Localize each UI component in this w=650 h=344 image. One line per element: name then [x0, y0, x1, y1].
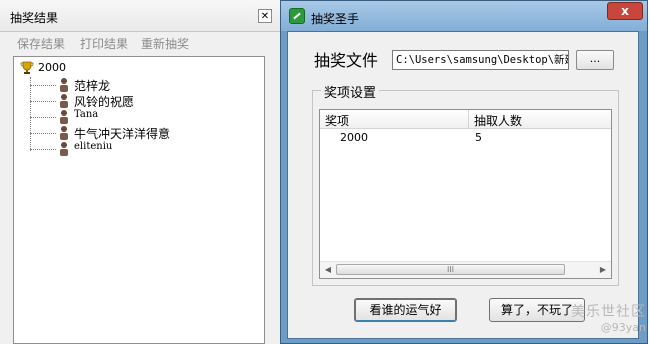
row-count: 5 [475, 131, 482, 144]
column-count[interactable]: 抽取人数 [474, 112, 522, 129]
lottery-window-title: 抽奖圣手 [311, 12, 360, 26]
tree-item-label: Tana [74, 109, 99, 120]
horizontal-scrollbar[interactable]: ◀ III ▶ [320, 261, 611, 278]
lottery-window: 抽奖圣手 x 抽奖文件 C:\Users\samsung\Desktop\新建 … [280, 0, 648, 344]
person-icon [60, 126, 68, 140]
lottery-client-area: 抽奖文件 C:\Users\samsung\Desktop\新建 ... 奖项设… [287, 31, 639, 339]
tree-item[interactable]: 范梓龙 [30, 77, 230, 93]
menu-save-results[interactable]: 保存结果 [17, 35, 65, 52]
results-window: 抽奖结果 ✕ 保存结果 打印结果 重新抽奖 2000 范梓龙 风铃的祝愿 Tan… [0, 0, 282, 344]
prize-settings-title: 奖项设置 [321, 82, 380, 101]
scroll-left-icon[interactable]: ◀ [320, 262, 336, 278]
tree-item[interactable]: Tana [30, 109, 230, 125]
results-menu-bar: 保存结果 打印结果 重新抽奖 [0, 32, 282, 54]
tree-item[interactable]: eliteniu [30, 141, 230, 157]
menu-redraw[interactable]: 重新抽奖 [141, 35, 189, 52]
prize-list[interactable]: 奖项 抽取人数 2000 5 ◀ III ▶ [319, 109, 612, 279]
tree-item-label: 风铃的祝愿 [74, 95, 135, 109]
watermark-site: 美乐世社区 [571, 304, 646, 320]
browse-button[interactable]: ... [576, 50, 614, 70]
lottery-title-bar: 抽奖圣手 x [281, 1, 647, 31]
file-label: 抽奖文件 [314, 51, 379, 70]
person-icon [60, 94, 68, 108]
prize-settings-group: 奖项设置 奖项 抽取人数 2000 5 ◀ III ▶ [312, 82, 619, 286]
table-row[interactable]: 2000 5 [320, 130, 611, 146]
results-title-bar: 抽奖结果 ✕ [0, 0, 282, 32]
trophy-icon [20, 61, 34, 74]
person-icon [60, 142, 68, 156]
prize-list-header: 奖项 抽取人数 [320, 110, 611, 129]
tree-item[interactable]: 牛气冲天洋洋得意 [30, 125, 230, 141]
results-window-title: 抽奖结果 [10, 11, 59, 25]
scroll-thumb[interactable]: III [336, 264, 565, 275]
tree-item-label: 范梓龙 [74, 79, 111, 93]
winner-tree[interactable]: 2000 范梓龙 风铃的祝愿 Tana 牛气冲天洋洋得意 eliteniu [13, 56, 265, 344]
tree-item[interactable]: 风铃的祝愿 [30, 93, 230, 109]
draw-button[interactable]: 看谁的运气好 [354, 298, 457, 322]
row-prize: 2000 [340, 131, 368, 144]
person-icon [60, 110, 68, 124]
watermark: 美乐世社区 @93yan [571, 301, 646, 334]
close-button[interactable]: x [607, 2, 643, 20]
menu-print-results[interactable]: 打印结果 [80, 35, 128, 52]
results-close-button[interactable]: ✕ [258, 9, 272, 23]
app-icon [289, 8, 305, 24]
watermark-handle: @93yan [600, 321, 646, 334]
scroll-right-icon[interactable]: ▶ [595, 262, 611, 278]
column-prize[interactable]: 奖项 [325, 112, 349, 129]
tree-item-label: eliteniu [74, 141, 113, 152]
person-icon [60, 78, 68, 92]
file-path-field[interactable]: C:\Users\samsung\Desktop\新建 [392, 50, 569, 70]
tree-root-label: 2000 [38, 61, 66, 74]
tree-item-label: 牛气冲天洋洋得意 [74, 127, 171, 141]
